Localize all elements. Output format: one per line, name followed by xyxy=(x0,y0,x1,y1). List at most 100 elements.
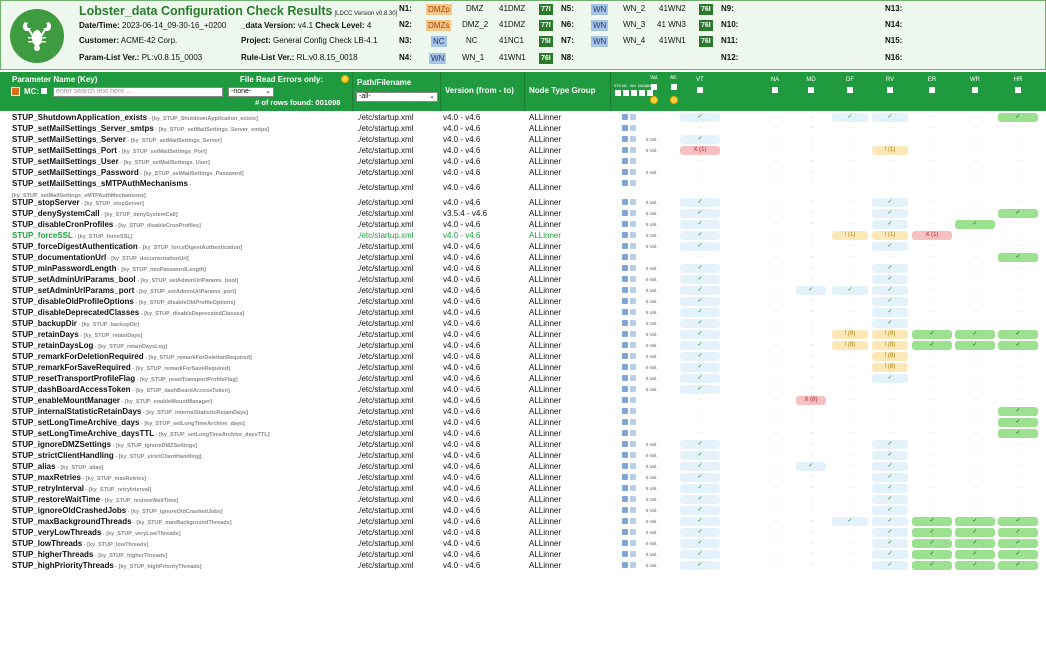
node-status-icon[interactable] xyxy=(630,353,636,359)
check-cell-rv[interactable]: ✓ xyxy=(872,539,908,548)
check-cell-er[interactable]: ✓ xyxy=(912,341,952,350)
type-col-checkbox[interactable] xyxy=(697,87,703,93)
node-status-icon[interactable] xyxy=(630,485,636,491)
type-col-checkbox[interactable] xyxy=(847,87,853,93)
node-status-icon[interactable] xyxy=(630,463,636,469)
table-row[interactable]: STUP_disableCronProfiles - [ky_STUP_disa… xyxy=(0,219,1046,230)
check-cell-rv[interactable]: ! (8) xyxy=(872,363,908,372)
node-status-icon[interactable] xyxy=(622,408,628,414)
check-cell-hr[interactable]: ✓ xyxy=(998,429,1038,438)
table-row[interactable]: STUP_setMailSettings_User - [ky_STUP_set… xyxy=(0,156,1046,167)
node-status-icon[interactable] xyxy=(622,419,628,425)
node-status-icon[interactable] xyxy=(630,199,636,205)
search-input[interactable]: enter search text here ... xyxy=(53,87,223,97)
check-cell-vt[interactable]: ✓ xyxy=(680,374,720,383)
check-cell-vt[interactable]: ✓ xyxy=(680,495,720,504)
check-cell-rv[interactable]: ✓ xyxy=(872,517,908,526)
node-status-icon[interactable] xyxy=(622,397,628,403)
node-status-icon[interactable] xyxy=(622,364,628,370)
table-row[interactable]: STUP_internalStatisticRetainDays - [ky_S… xyxy=(0,406,1046,417)
check-cell-vt[interactable]: ✓ xyxy=(680,209,720,218)
node-status-icon[interactable] xyxy=(630,320,636,326)
table-row[interactable]: STUP_setMailSettings_Server_smtps - [ky_… xyxy=(0,123,1046,134)
table-row[interactable]: STUP_disableOldProfileOptions - [ky_STUP… xyxy=(0,296,1046,307)
node-status-icon[interactable] xyxy=(630,147,636,153)
check-cell-wr[interactable]: ✓ xyxy=(955,517,995,526)
check-cell-vt[interactable]: ✓ xyxy=(680,198,720,207)
node-status-icon[interactable] xyxy=(630,232,636,238)
table-row[interactable]: STUP_maxRetries - [ky_STUP_maxRetries] ./… xyxy=(0,472,1046,483)
node-status-icon[interactable] xyxy=(630,136,636,142)
node-status-icon[interactable] xyxy=(622,180,628,186)
table-row[interactable]: STUP_restoreWaitTime - [ky_STUP_restoreW… xyxy=(0,494,1046,505)
node-status-icon[interactable] xyxy=(630,254,636,260)
path-select[interactable]: -all- ⌄ xyxy=(356,92,438,102)
table-row[interactable]: STUP_setAdminUrlParams_port - [ky_STUP_s… xyxy=(0,285,1046,296)
check-cell-wr[interactable]: ✓ xyxy=(955,539,995,548)
node-filter-checkbox[interactable] xyxy=(639,90,645,96)
check-cell-vt[interactable]: ✓ xyxy=(680,264,720,273)
node-status-icon[interactable] xyxy=(622,562,628,568)
check-cell-vt[interactable]: ✓ xyxy=(680,462,720,471)
node-status-icon[interactable] xyxy=(630,375,636,381)
table-row[interactable]: STUP_retainDaysLog - [ky_STUP_retainDays… xyxy=(0,340,1046,351)
check-cell-vt[interactable]: ✓ xyxy=(680,113,720,122)
node-status-icon[interactable] xyxy=(622,254,628,260)
check-cell-vt[interactable]: ✓ xyxy=(680,330,720,339)
table-row[interactable]: STUP_setLongTimeArchive_days - [ky_STUP_… xyxy=(0,417,1046,428)
node-status-icon[interactable] xyxy=(630,342,636,348)
check-cell-hr[interactable]: ✓ xyxy=(998,561,1038,570)
node-status-icon[interactable] xyxy=(630,474,636,480)
check-cell-rv[interactable]: ! (8) xyxy=(872,341,908,350)
check-cell-er[interactable]: ✓ xyxy=(912,539,952,548)
node-status-icon[interactable] xyxy=(630,125,636,131)
check-cell-rv[interactable]: ✓ xyxy=(872,440,908,449)
node-status-icon[interactable] xyxy=(630,287,636,293)
check-cell-vt[interactable]: ✓ xyxy=(680,440,720,449)
node-status-icon[interactable] xyxy=(630,169,636,175)
node-status-icon[interactable] xyxy=(630,276,636,282)
node-status-icon[interactable] xyxy=(630,221,636,227)
node-status-icon[interactable] xyxy=(630,540,636,546)
check-cell-rv[interactable]: ✓ xyxy=(872,275,908,284)
check-cell-wr[interactable]: ✓ xyxy=(955,220,995,229)
check-cell-rv[interactable]: ! (1) xyxy=(872,146,908,155)
table-row[interactable]: STUP_forceDigestAuthentication - [ky_STU… xyxy=(0,241,1046,252)
table-row[interactable]: STUP_ignoreDMZSettings - [ky_STUP_ignore… xyxy=(0,439,1046,450)
file-read-errors-toggle[interactable] xyxy=(341,75,349,83)
node-status-icon[interactable] xyxy=(622,331,628,337)
table-row[interactable]: STUP_retryInterval - [ky_STUP_retryInter… xyxy=(0,483,1046,494)
node-status-icon[interactable] xyxy=(622,551,628,557)
check-cell-md[interactable]: ✓ xyxy=(796,286,826,295)
node-status-icon[interactable] xyxy=(630,397,636,403)
node-status-icon[interactable] xyxy=(622,386,628,392)
check-cell-vt[interactable]: ✓ xyxy=(680,539,720,548)
check-cell-vt[interactable]: X (1) xyxy=(680,146,720,155)
node-filter-checkbox[interactable] xyxy=(647,90,653,96)
node-status-icon[interactable] xyxy=(622,221,628,227)
table-row[interactable]: STUP_setMailSettings_Server - [ky_STUP_s… xyxy=(0,134,1046,145)
check-cell-vt[interactable]: ✓ xyxy=(680,319,720,328)
node-status-icon[interactable] xyxy=(622,243,628,249)
check-cell-vt[interactable]: ✓ xyxy=(680,220,720,229)
node-status-icon[interactable] xyxy=(622,232,628,238)
node-filter-checkbox[interactable] xyxy=(623,90,629,96)
table-row[interactable]: STUP_strictClientHandling - [ky_STUP_str… xyxy=(0,450,1046,461)
reset-icon[interactable] xyxy=(11,87,20,96)
table-row[interactable]: STUP_setAdminUrlParams_bool - [ky_STUP_s… xyxy=(0,274,1046,285)
table-row[interactable]: STUP_setLongTimeArchive_daysTTL - [ky_ST… xyxy=(0,428,1046,439)
table-row[interactable]: STUP_setMailSettings_sMTPAuthMechanisms … xyxy=(0,178,1046,199)
node-status-icon[interactable] xyxy=(622,496,628,502)
node-status-icon[interactable] xyxy=(622,353,628,359)
table-row[interactable]: STUP_disableDeprecatedClasses - [ky_STUP… xyxy=(0,307,1046,318)
node-status-icon[interactable] xyxy=(622,309,628,315)
type-col-checkbox[interactable] xyxy=(1015,87,1021,93)
node-status-icon[interactable] xyxy=(622,265,628,271)
node-status-icon[interactable] xyxy=(622,169,628,175)
node-filter-checkbox[interactable] xyxy=(631,90,637,96)
check-cell-rv[interactable]: ✓ xyxy=(872,374,908,383)
node-status-icon[interactable] xyxy=(622,507,628,513)
mc-select[interactable]: -none- ⌄ xyxy=(228,87,274,97)
node-group-header[interactable]: Node Type Group xyxy=(529,86,596,95)
check-cell-vt[interactable]: ✓ xyxy=(680,473,720,482)
